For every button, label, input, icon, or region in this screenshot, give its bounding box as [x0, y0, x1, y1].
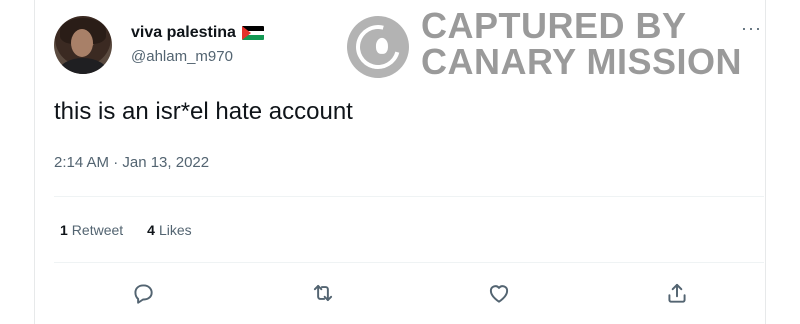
tweet-text: this is an isr*el hate account [54, 98, 353, 125]
likes-label: Likes [158, 222, 192, 238]
tweet-actions [54, 280, 754, 306]
tweet-timestamp[interactable]: 2:14 AM · Jan 13, 2022 [54, 154, 209, 171]
watermark-line-2: CANARY MISSION [421, 41, 743, 82]
likes-stat[interactable]: 4 Likes [147, 222, 191, 238]
retweets-count: 1 [60, 222, 68, 238]
tweet-stats: 1 Retweet 4 Likes [60, 222, 192, 238]
watermark-text: CAPTURED BY CANARY MISSION [421, 8, 742, 80]
display-name-text: viva palestina [131, 24, 236, 41]
share-icon[interactable] [664, 280, 690, 306]
reply-icon[interactable] [130, 280, 156, 306]
avatar[interactable] [54, 16, 112, 74]
display-name[interactable]: viva palestina [131, 24, 264, 42]
like-icon[interactable] [486, 280, 512, 306]
divider [54, 196, 764, 197]
more-options-icon[interactable]: ··· [741, 19, 762, 37]
watermark-line-1: CAPTURED BY [421, 5, 687, 46]
retweets-stat[interactable]: 1 Retweet [60, 222, 123, 238]
user-handle[interactable]: @ahlam_m970 [131, 48, 233, 65]
canary-logo-icon [347, 16, 409, 78]
divider [54, 262, 764, 263]
retweet-icon[interactable] [310, 280, 336, 306]
likes-count: 4 [147, 222, 155, 238]
palestine-flag-icon [241, 26, 264, 40]
retweets-label: Retweet [71, 222, 124, 238]
